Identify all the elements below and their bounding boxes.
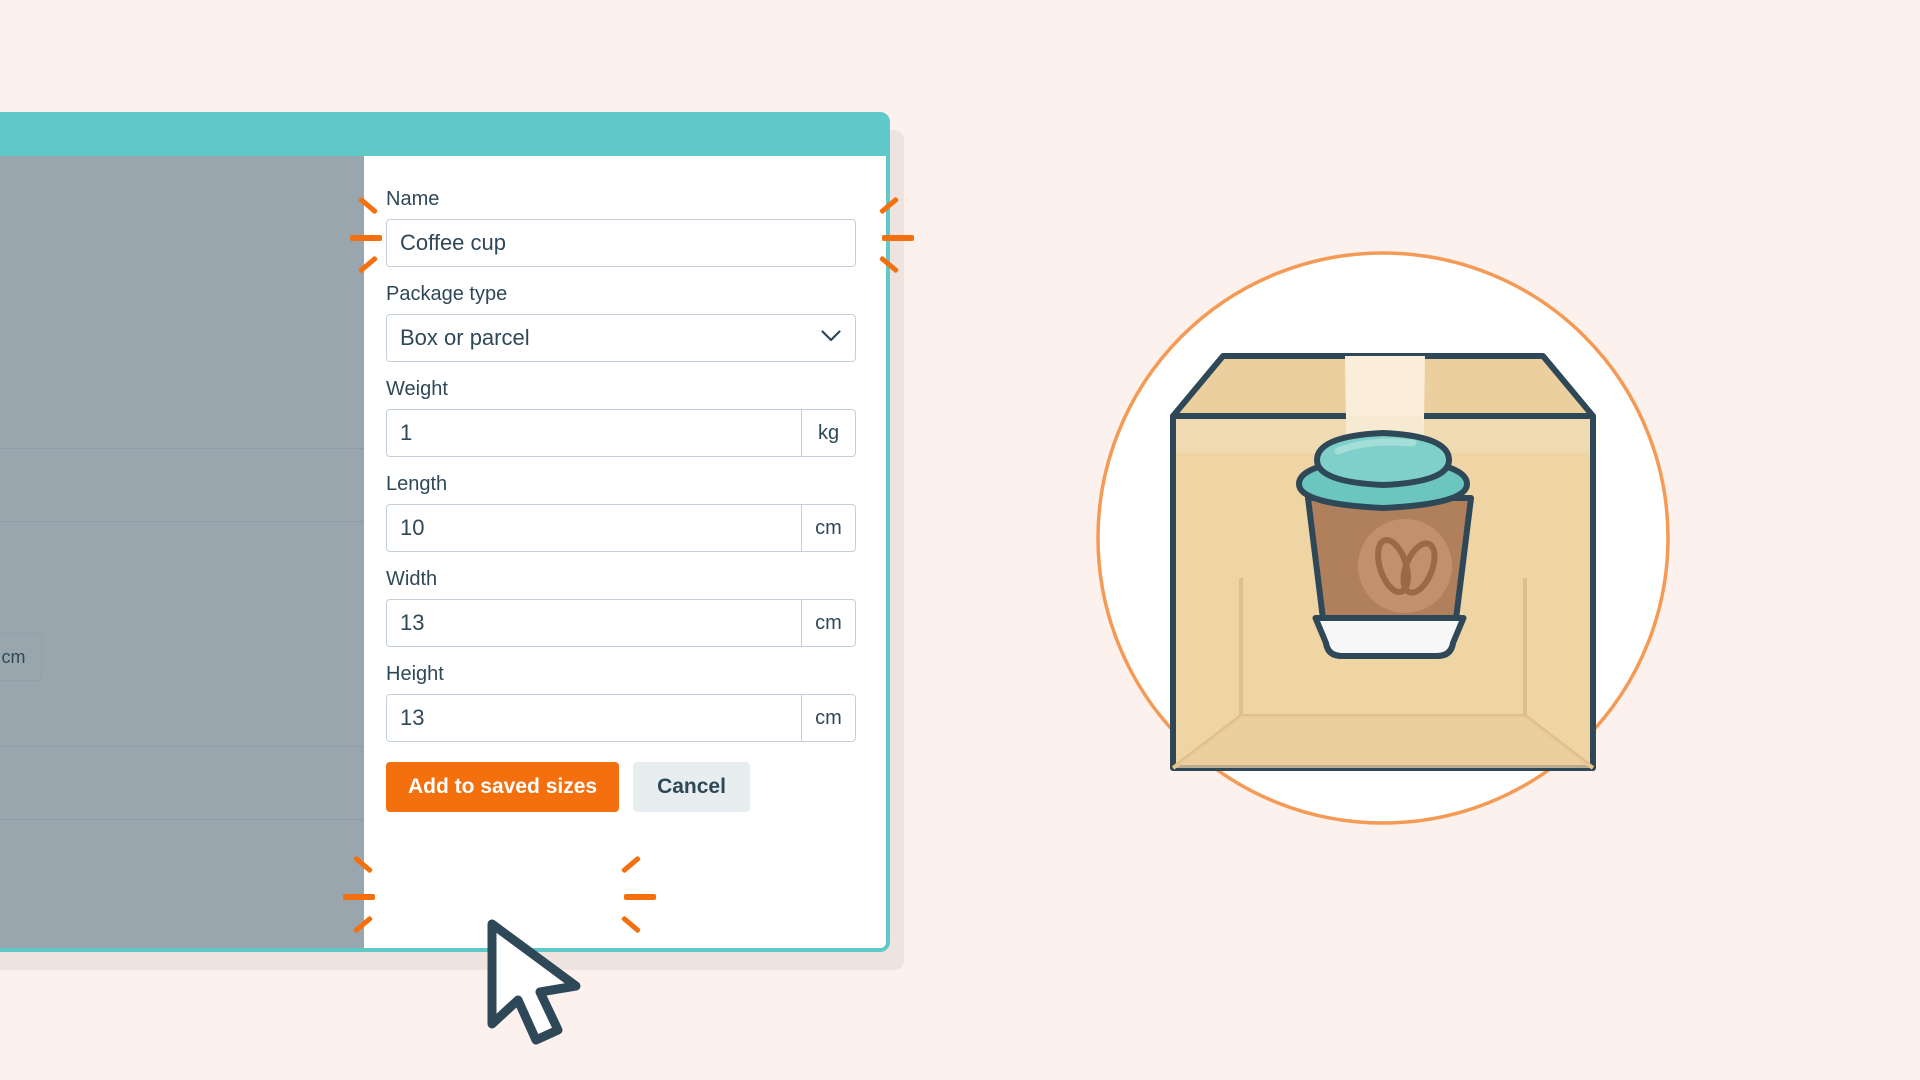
width-input-wrapper[interactable]: 13 cm <box>386 599 856 647</box>
background-dimension-label: Height <box>0 602 42 624</box>
weight-input[interactable]: 1 <box>387 410 801 456</box>
divider <box>0 819 364 820</box>
length-unit: cm <box>801 505 855 551</box>
background-classic-sizes-heading: Classic sizes <box>0 276 330 299</box>
field-height: Height 13 cm <box>386 663 856 742</box>
width-input[interactable]: 13 <box>387 600 801 646</box>
name-input[interactable]: Coffee cup <box>387 220 855 266</box>
field-length: Length 10 cm <box>386 473 856 552</box>
divider <box>0 746 364 747</box>
form-actions: Add to saved sizes Cancel <box>386 762 856 812</box>
saved-size-modal: s your parcel? Classic sizes m Width <box>0 112 890 952</box>
cancel-button[interactable]: Cancel <box>633 762 750 812</box>
cup-bottom-band <box>1312 615 1467 659</box>
coffee-cup-in-box-illustration <box>1096 251 1670 825</box>
package-type-select[interactable]: Box or parcel <box>386 314 856 362</box>
label-package-type: Package type <box>386 283 508 305</box>
length-input-wrapper[interactable]: 10 cm <box>386 504 856 552</box>
height-input[interactable]: 13 <box>387 695 801 741</box>
background-page-title: s your parcel? <box>0 202 330 238</box>
background-dimension-unit: cm <box>0 634 41 680</box>
label-length: Length <box>386 473 448 495</box>
background-dimension-input: 13 cm <box>0 633 42 681</box>
divider <box>0 448 364 449</box>
field-width: Width 13 cm <box>386 568 856 647</box>
label-name: Name <box>386 188 440 210</box>
weight-unit: kg <box>801 410 855 456</box>
name-input-wrapper[interactable]: Coffee cup <box>386 219 856 267</box>
height-unit: cm <box>801 695 855 741</box>
background-dimension-row: m Width 13 cm Height 13 cm <box>0 602 58 681</box>
dimmed-background-panel: s your parcel? Classic sizes m Width <box>0 156 364 948</box>
divider <box>0 521 364 522</box>
field-package-type: Package type Box or parcel <box>386 283 856 362</box>
weight-input-wrapper[interactable]: 1 kg <box>386 409 856 457</box>
label-width: Width <box>386 568 438 590</box>
mouse-pointer-cursor <box>487 919 581 1045</box>
field-name: Name Coffee cup <box>386 188 856 267</box>
modal-body: s your parcel? Classic sizes m Width <box>0 156 886 948</box>
length-input[interactable]: 10 <box>387 505 801 551</box>
modal-top-bar <box>0 116 886 156</box>
saved-size-form: Name Coffee cup Package type Box or parc… <box>364 156 886 948</box>
chevron-down-icon <box>821 329 841 347</box>
label-weight: Weight <box>386 378 448 400</box>
height-input-wrapper[interactable]: 13 cm <box>386 694 856 742</box>
label-height: Height <box>386 663 444 685</box>
width-unit: cm <box>801 600 855 646</box>
field-weight: Weight 1 kg <box>386 378 856 457</box>
add-to-saved-sizes-button[interactable]: Add to saved sizes <box>386 762 620 812</box>
background-dimension-group: Height 13 cm <box>0 602 42 681</box>
package-type-value: Box or parcel <box>400 325 530 350</box>
